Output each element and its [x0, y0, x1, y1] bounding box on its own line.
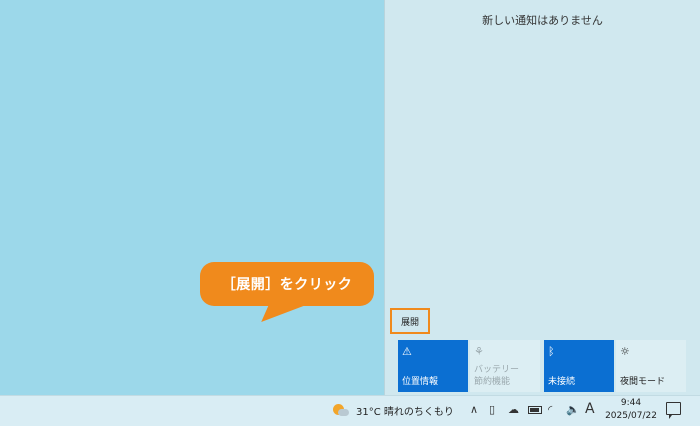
action-center-panel: 新しい通知はありません — [384, 0, 700, 395]
volume-icon[interactable]: 🔈 — [566, 403, 580, 416]
tile-label: 夜間モード — [620, 377, 666, 387]
ime-indicator[interactable]: A — [585, 401, 595, 417]
tile-bluetooth[interactable]: ᛒ 未接続 — [544, 340, 614, 392]
battery-icon[interactable] — [528, 406, 542, 414]
bluetooth-icon: ᛒ — [548, 345, 555, 358]
night-light-icon: ☼ — [620, 345, 630, 358]
clock-time[interactable]: 9:44 — [604, 398, 658, 408]
taskbar — [0, 395, 700, 426]
tile-night-light[interactable]: ☼ 夜間モード — [616, 340, 686, 392]
instruction-callout: ［展開］をクリック — [200, 262, 374, 306]
clock-date[interactable]: 2025/07/22 — [604, 411, 658, 421]
chevron-up-icon[interactable]: ∧ — [470, 403, 478, 416]
meet-now-icon[interactable]: ▯ — [489, 403, 495, 416]
tile-label: バッテリー 節約機能 — [474, 365, 520, 387]
tile-battery-saver[interactable]: ⚘ バッテリー 節約機能 — [470, 340, 540, 392]
weather-widget[interactable]: 31°C 晴れのちくもり — [356, 403, 454, 418]
tile-label: 位置情報 — [402, 377, 439, 387]
expand-button[interactable]: 展開 — [390, 308, 430, 334]
onedrive-icon[interactable]: ☁ — [508, 403, 519, 416]
tile-label: 未接続 — [548, 377, 576, 387]
wifi-icon[interactable]: ◜ — [548, 403, 552, 416]
no-notifications-text: 新しい通知はありません — [482, 14, 603, 27]
desktop — [0, 0, 384, 395]
battery-saver-icon: ⚘ — [474, 345, 484, 358]
notification-center-icon[interactable] — [666, 402, 681, 419]
weather-icon[interactable] — [333, 404, 349, 418]
location-icon: ⚠ — [402, 345, 412, 358]
tile-location[interactable]: ⚠ 位置情報 — [398, 340, 468, 392]
